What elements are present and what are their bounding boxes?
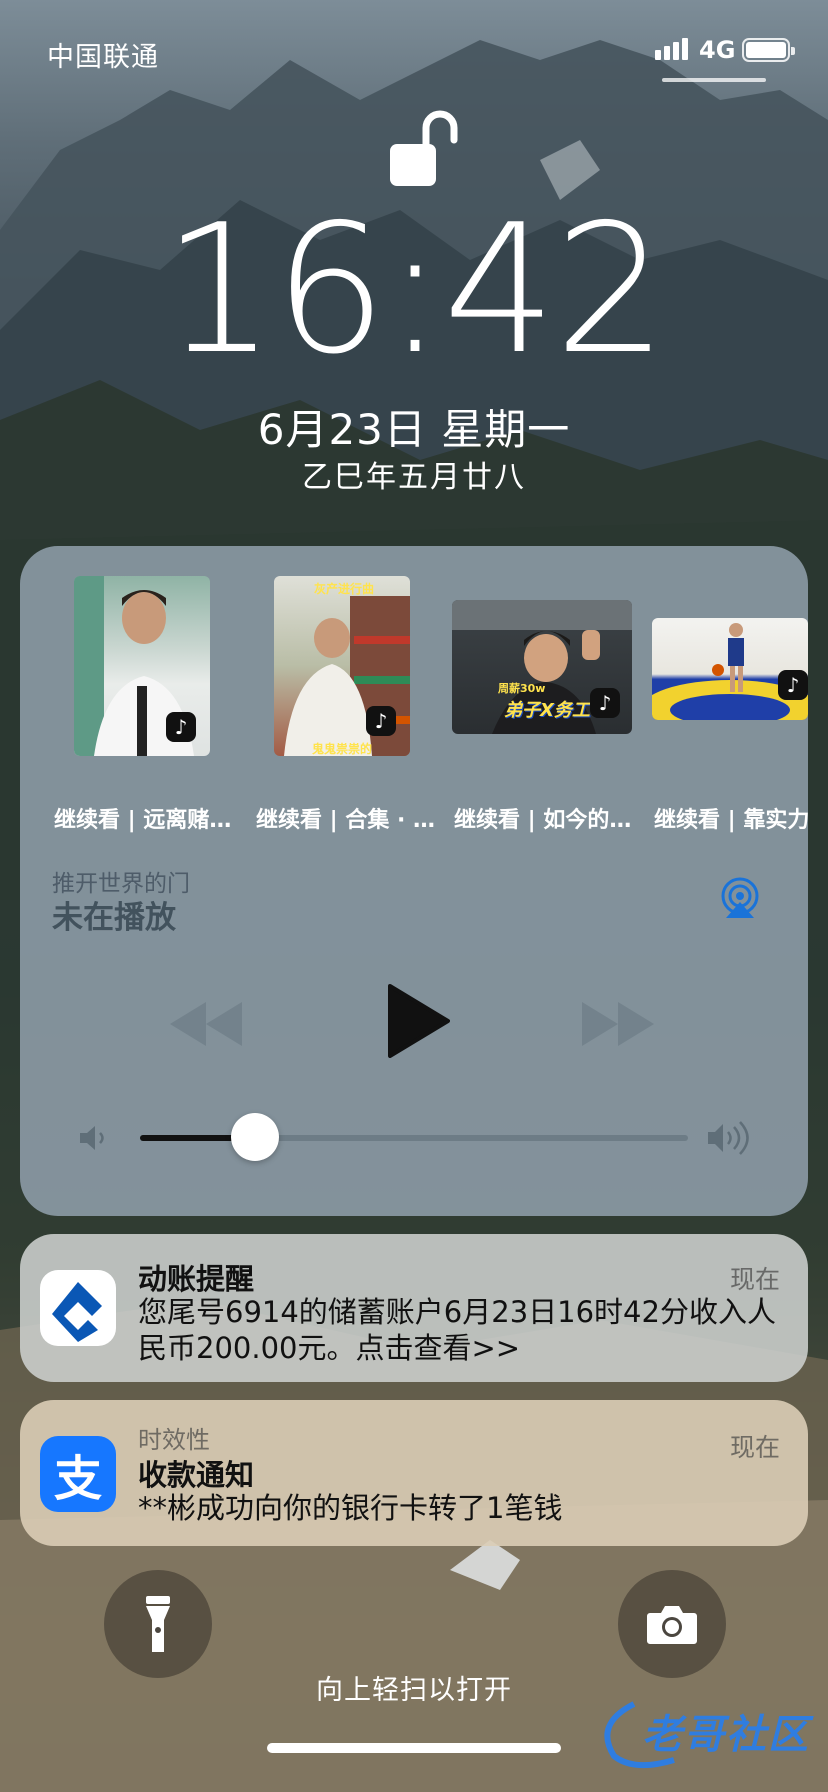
thumb-overlay-text: 周薪30w (498, 682, 546, 695)
unlocked-padlock-icon (390, 110, 458, 186)
battery-icon (742, 38, 795, 62)
carrier-label: 中国联通 (47, 42, 159, 73)
alipay-app-icon: 支 (40, 1436, 116, 1512)
watermark-text: 老哥社区 (642, 1712, 810, 1758)
status-bar: 中国联通 4G (0, 0, 828, 100)
suggestion-caption: 继续看 | 靠实力 (654, 808, 808, 833)
notification-category: 时效性 (138, 1426, 210, 1454)
suggestion-thumbnail[interactable]: ♪ (74, 576, 210, 756)
thumb-overlay-text: 灰产进行曲 (314, 582, 375, 596)
lock-screen-date: 6月23日 星期一 (257, 405, 571, 454)
bank-logo-icon (52, 1282, 102, 1342)
tiktok-icon: ♪ (166, 712, 196, 742)
playback-controls (20, 966, 808, 1086)
tiktok-icon: ♪ (778, 670, 808, 700)
home-indicator[interactable] (267, 1743, 561, 1753)
volume-control (20, 1108, 808, 1168)
thumb-overlay-text: 鬼鬼祟祟的 (312, 742, 373, 756)
notification-time: 现在 (729, 1433, 780, 1462)
suggestion-thumbnail[interactable]: ♪ (652, 618, 808, 720)
media-suggestions: ♪ 继续看 | 远离赌… 灰产进行曲 鬼鬼祟祟的 ♪ 继续看 | 合集 · … (20, 576, 808, 833)
fast-forward-icon[interactable] (582, 1002, 654, 1046)
watermark-logo: 老哥社区 (594, 1694, 814, 1770)
cellular-signal-icon (655, 38, 688, 60)
now-playing-widget: ♪ 继续看 | 远离赌… 灰产进行曲 鬼鬼祟祟的 ♪ 继续看 | 合集 · … (20, 546, 808, 1216)
person-illustration (652, 623, 808, 720)
notification-time: 现在 (729, 1265, 780, 1294)
notification-bank[interactable]: 动账提醒 现在 您尾号6914的储蓄账户6月23日16时42分收入人民币200.… (20, 1234, 808, 1382)
control-center-indicator[interactable] (662, 78, 766, 82)
volume-knob[interactable] (231, 1113, 279, 1161)
suggestion-caption: 继续看 | 如今的… (454, 808, 632, 833)
notification-title: 动账提醒 (138, 1262, 255, 1296)
network-type: 4G (699, 36, 736, 64)
rewind-icon[interactable] (170, 1002, 242, 1046)
lunar-date: 乙巳年五月廿八 (302, 460, 526, 495)
tiktok-icon: ♪ (366, 706, 396, 736)
notification-body: **彬成功向你的银行卡转了1笔钱 (138, 1491, 563, 1525)
suggestion-thumbnail[interactable]: 周薪30w 弟子X务工 ♪ (452, 600, 632, 734)
flashlight-icon (146, 1596, 170, 1652)
now-playing-title: 未在播放 (52, 900, 176, 936)
notification-body: 您尾号6914的储蓄账户6月23日16时42分收入人民币200.00元。点击查看… (138, 1295, 776, 1365)
play-icon[interactable] (386, 984, 450, 1058)
suggestion-thumbnail[interactable]: 灰产进行曲 鬼鬼祟祟的 ♪ (274, 576, 410, 756)
suggestion-caption: 继续看 | 远离赌… (54, 808, 232, 833)
lock-screen-time: 16:42 (162, 186, 668, 393)
bank-app-icon (40, 1270, 116, 1346)
alipay-glyph: 支 (53, 1451, 102, 1507)
thumb-overlay-text: 弟子X务工 (504, 700, 590, 721)
airplay-icon[interactable] (718, 876, 762, 920)
flashlight-button[interactable] (104, 1570, 212, 1678)
camera-button[interactable] (618, 1570, 726, 1678)
tiktok-icon: ♪ (590, 688, 620, 718)
volume-low-icon (80, 1126, 104, 1150)
volume-high-icon (708, 1121, 749, 1155)
notification-alipay[interactable]: 支 时效性 收款通知 现在 **彬成功向你的银行卡转了1笔钱 (20, 1400, 808, 1546)
volume-slider[interactable] (140, 1113, 688, 1161)
notification-title: 收款通知 (138, 1458, 255, 1492)
camera-icon (647, 1606, 697, 1644)
suggestion-caption: 继续看 | 合集 · … (256, 808, 436, 833)
